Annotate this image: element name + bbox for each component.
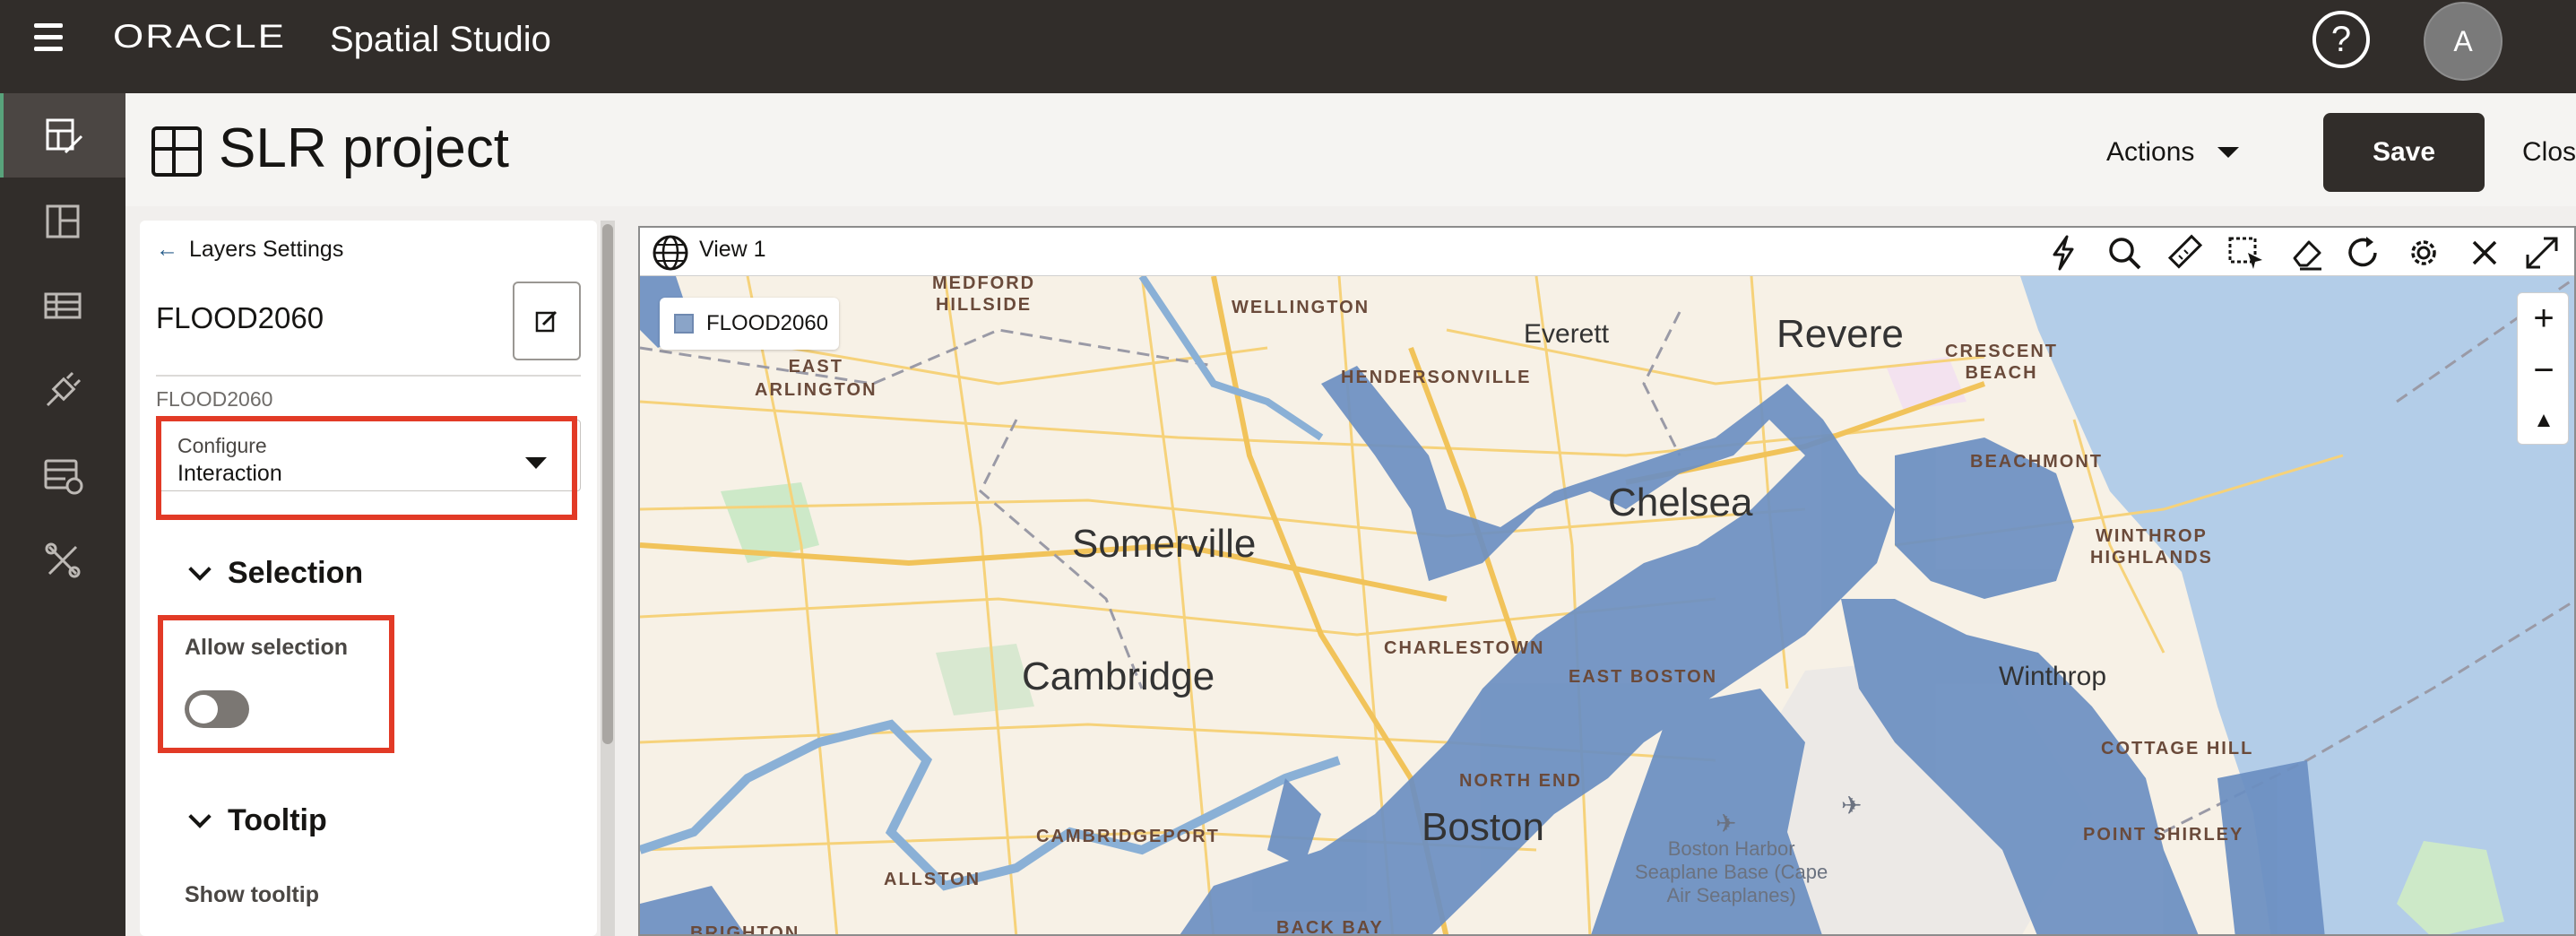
map-label: BEACHMONT <box>1970 452 2103 472</box>
map-canvas[interactable]: ✈ ✈ <box>640 276 2576 936</box>
selection-section-toggle[interactable]: Selection <box>188 556 364 591</box>
legend-swatch <box>674 314 694 334</box>
actions-menu-button[interactable]: Actions <box>2106 127 2240 178</box>
page-header: SLR project Actions Save Close <box>125 93 2576 206</box>
caret-down-icon <box>525 457 547 469</box>
edit-layer-name-button[interactable] <box>513 282 581 360</box>
svg-text:✈: ✈ <box>1841 792 1862 819</box>
map-label: POINT SHIRLEY <box>2083 825 2244 845</box>
map-label: BRIGHTON <box>690 923 800 936</box>
map-label: Winthrop <box>1999 662 2107 691</box>
nav-edit-project[interactable] <box>0 93 125 178</box>
panel-scrollbar-thumb[interactable] <box>602 224 613 744</box>
map-label: BACK BAY <box>1276 918 1384 936</box>
nav-connections[interactable] <box>0 348 125 432</box>
configure-select-value: Interaction <box>177 461 282 486</box>
help-icon[interactable]: ? <box>2312 11 2370 68</box>
nav-tools[interactable] <box>0 518 125 602</box>
caret-down-icon <box>2217 147 2240 158</box>
zoom-control: + − ▲ <box>2517 292 2569 445</box>
close-button[interactable]: Close <box>2522 127 2576 178</box>
map-label: HENDERSONVILLE <box>1341 368 1532 387</box>
legend-layer-name: FLOOD2060 <box>706 311 829 335</box>
actions-label: Actions <box>2106 137 2195 167</box>
nav-datasets[interactable] <box>0 434 125 518</box>
tools-icon <box>45 542 81 578</box>
map-label: CAMBRIDGEPORT <box>1036 827 1220 846</box>
selection-header: Selection <box>228 556 364 590</box>
north-arrow-icon[interactable]: ▲ <box>2518 395 2570 446</box>
top-bar: ORACLE Spatial Studio ? A <box>0 0 2576 93</box>
map-label: Boston Harbor Seaplane Base (Cape Air Se… <box>1635 837 1828 906</box>
tooltip-header: Tooltip <box>228 803 327 837</box>
map-label: Everett <box>1524 319 1610 349</box>
edit-project-icon <box>46 118 83 154</box>
datasets-icon <box>44 459 83 495</box>
hamburger-menu-icon[interactable] <box>32 22 68 57</box>
connection-plug-icon <box>46 371 82 407</box>
map-label: EAST ARLINGTON <box>755 357 877 400</box>
map-label: COTTAGE HILL <box>2101 739 2254 758</box>
map-label: ALLSTON <box>884 870 981 889</box>
allow-selection-label: Allow selection <box>185 635 348 660</box>
svg-text:✈: ✈ <box>1716 810 1736 837</box>
map-label: WINTHROP HIGHLANDS <box>2090 526 2213 568</box>
chevron-down-icon <box>188 557 212 581</box>
map-label: Boston <box>1422 805 1544 849</box>
show-tooltip-label: Show tooltip <box>185 882 319 907</box>
map-label: Chelsea <box>1608 481 1753 524</box>
zoom-out-button[interactable]: − <box>2518 345 2570 395</box>
user-avatar[interactable]: A <box>2424 2 2503 81</box>
tooltip-section-toggle[interactable]: Tooltip <box>188 803 327 838</box>
map-label: Somerville <box>1072 522 1257 566</box>
map-label: CRESCENT BEACH <box>1945 342 2059 383</box>
map-label: EAST BOSTON <box>1569 667 1718 687</box>
map-view: View 1 ✈ ✈ FLOOD2060 + − ▲ MEDFORD HILLS… <box>638 226 2576 936</box>
page-title: SLR project <box>219 117 509 179</box>
back-to-layers-settings-link[interactable]: ← Layers Settings <box>156 237 343 263</box>
dashboard-icon <box>46 204 80 238</box>
map-label: WELLINGTON <box>1232 298 1370 317</box>
save-button[interactable]: Save <box>2323 113 2485 192</box>
map-label: Revere <box>1776 312 1904 356</box>
chevron-down-icon <box>188 804 212 828</box>
close-icon[interactable] <box>2465 233 2504 273</box>
layer-subtitle: FLOOD2060 <box>156 387 273 411</box>
expand-icon[interactable] <box>2522 233 2562 273</box>
left-navigation <box>0 93 125 936</box>
oracle-logo: ORACLE <box>113 18 286 56</box>
allow-selection-toggle[interactable] <box>185 690 249 728</box>
project-layout-icon <box>151 126 202 177</box>
configure-select-label: Configure <box>177 434 267 457</box>
view-label: View 1 <box>699 237 766 262</box>
edit-pencil-icon <box>535 310 558 333</box>
map-label: Cambridge <box>1022 654 1215 698</box>
zoom-in-button[interactable]: + <box>2518 293 2570 343</box>
map-label: CHARLESTOWN <box>1384 638 1545 658</box>
search-icon[interactable] <box>2105 233 2144 273</box>
map-legend[interactable]: FLOOD2060 <box>660 298 839 350</box>
back-arrow-icon: ← <box>156 237 178 262</box>
back-link-label: Layers Settings <box>189 237 344 262</box>
lightning-icon[interactable] <box>2044 233 2083 273</box>
layer-title: FLOOD2060 <box>156 301 324 334</box>
panel-splitter[interactable] <box>617 221 638 936</box>
settings-gear-icon[interactable] <box>2404 233 2443 273</box>
map-label: NORTH END <box>1459 771 1582 791</box>
map-label: MEDFORD HILLSIDE <box>932 273 1036 315</box>
product-name: Spatial Studio <box>330 20 551 59</box>
globe-icon[interactable] <box>651 233 690 273</box>
select-area-icon[interactable] <box>2226 233 2266 273</box>
ruler-icon[interactable] <box>2165 233 2205 273</box>
divider <box>156 375 581 377</box>
eraser-icon[interactable] <box>2287 233 2327 273</box>
refresh-icon[interactable] <box>2343 233 2382 273</box>
map-toolbar: View 1 <box>640 228 2574 276</box>
nav-dashboard[interactable] <box>0 179 125 264</box>
table-icon <box>44 292 82 319</box>
nav-tables[interactable] <box>0 264 125 348</box>
toggle-knob <box>189 695 218 724</box>
